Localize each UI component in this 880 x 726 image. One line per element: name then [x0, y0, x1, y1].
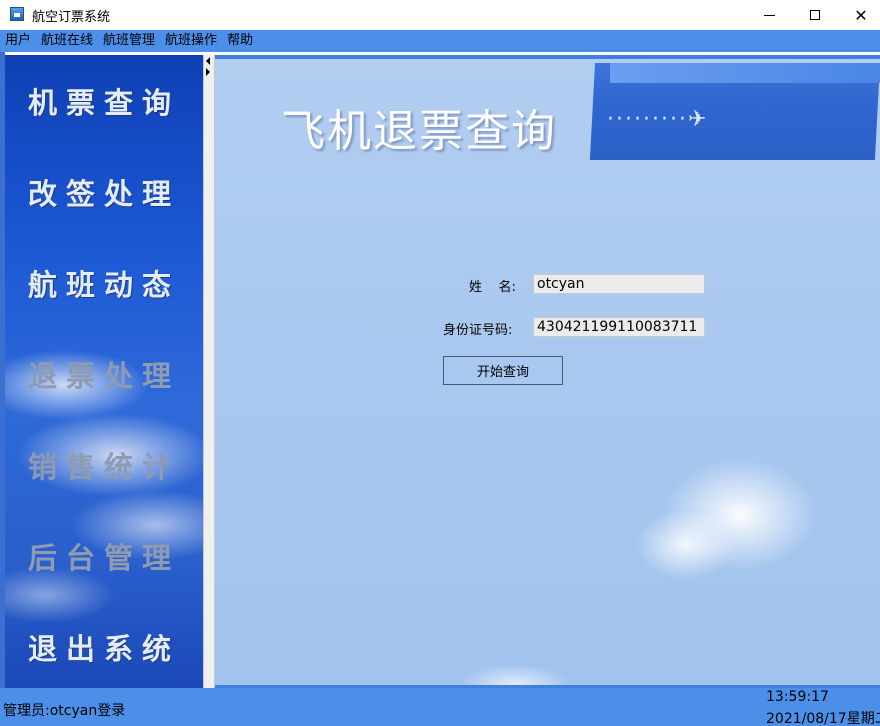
main-top-edge — [215, 55, 880, 59]
menu-flight-operations[interactable]: 航班操作 — [160, 30, 222, 52]
status-user: 管理员:otcyan登录 — [3, 703, 126, 719]
sidebar-item-rebooking[interactable]: 改签处理 — [5, 171, 203, 213]
minimize-button[interactable] — [746, 0, 792, 30]
sidebar-item-admin[interactable]: 后台管理 — [5, 535, 203, 577]
status-time: 13:59:17 — [766, 689, 829, 705]
menu-user[interactable]: 用户 — [0, 30, 36, 52]
sidebar: 机票查询 改签处理 航班动态 退票处理 销售统计 后台管理 退出系统 — [5, 55, 203, 688]
id-number-label: 身份证号码: — [443, 323, 513, 338]
window-title: 航空订票系统 — [32, 10, 111, 25]
sidebar-item-flight-status[interactable]: 航班动态 — [5, 262, 203, 304]
menu-flight-online[interactable]: 航班在线 — [36, 30, 98, 52]
main-panel: ·········✈ 飞机退票查询 姓 名: 身份证号码: 开始查询 — [215, 55, 880, 688]
close-button[interactable]: ✕ — [838, 0, 880, 30]
menu-flight-management[interactable]: 航班管理 — [98, 30, 160, 52]
sidebar-item-sales-stats[interactable]: 销售统计 — [5, 444, 203, 486]
sidebar-item-refund[interactable]: 退票处理 — [5, 353, 203, 395]
start-query-button[interactable]: 开始查询 — [443, 356, 563, 385]
status-date: 2021/08/17星期二 — [766, 711, 880, 726]
id-number-field[interactable] — [533, 317, 705, 337]
sidebar-item-exit[interactable]: 退出系统 — [5, 626, 203, 668]
maximize-button[interactable] — [792, 0, 838, 30]
status-bar: 管理员:otcyan登录 13:59:17 2021/08/17星期二 — [0, 688, 880, 726]
expand-right-icon[interactable] — [206, 68, 210, 76]
menu-bar: 用户 航班在线 航班管理 航班操作 帮助 — [0, 30, 880, 52]
name-label: 姓 名: — [469, 280, 516, 295]
minimize-icon — [763, 14, 775, 16]
banner-band-highlight — [610, 63, 880, 83]
airplane-icon: ·········✈ — [607, 107, 709, 132]
sidebar-item-ticket-query[interactable]: 机票查询 — [5, 80, 203, 122]
app-icon — [10, 7, 24, 21]
split-pane-divider[interactable] — [203, 55, 215, 688]
maximize-icon — [810, 10, 820, 20]
title-bar: 航空订票系统 ✕ — [0, 0, 880, 30]
menu-help[interactable]: 帮助 — [222, 30, 258, 52]
close-icon: ✕ — [854, 5, 868, 25]
name-field[interactable] — [533, 274, 705, 294]
page-title: 飞机退票查询 — [281, 106, 557, 157]
collapse-left-icon[interactable] — [206, 57, 210, 65]
